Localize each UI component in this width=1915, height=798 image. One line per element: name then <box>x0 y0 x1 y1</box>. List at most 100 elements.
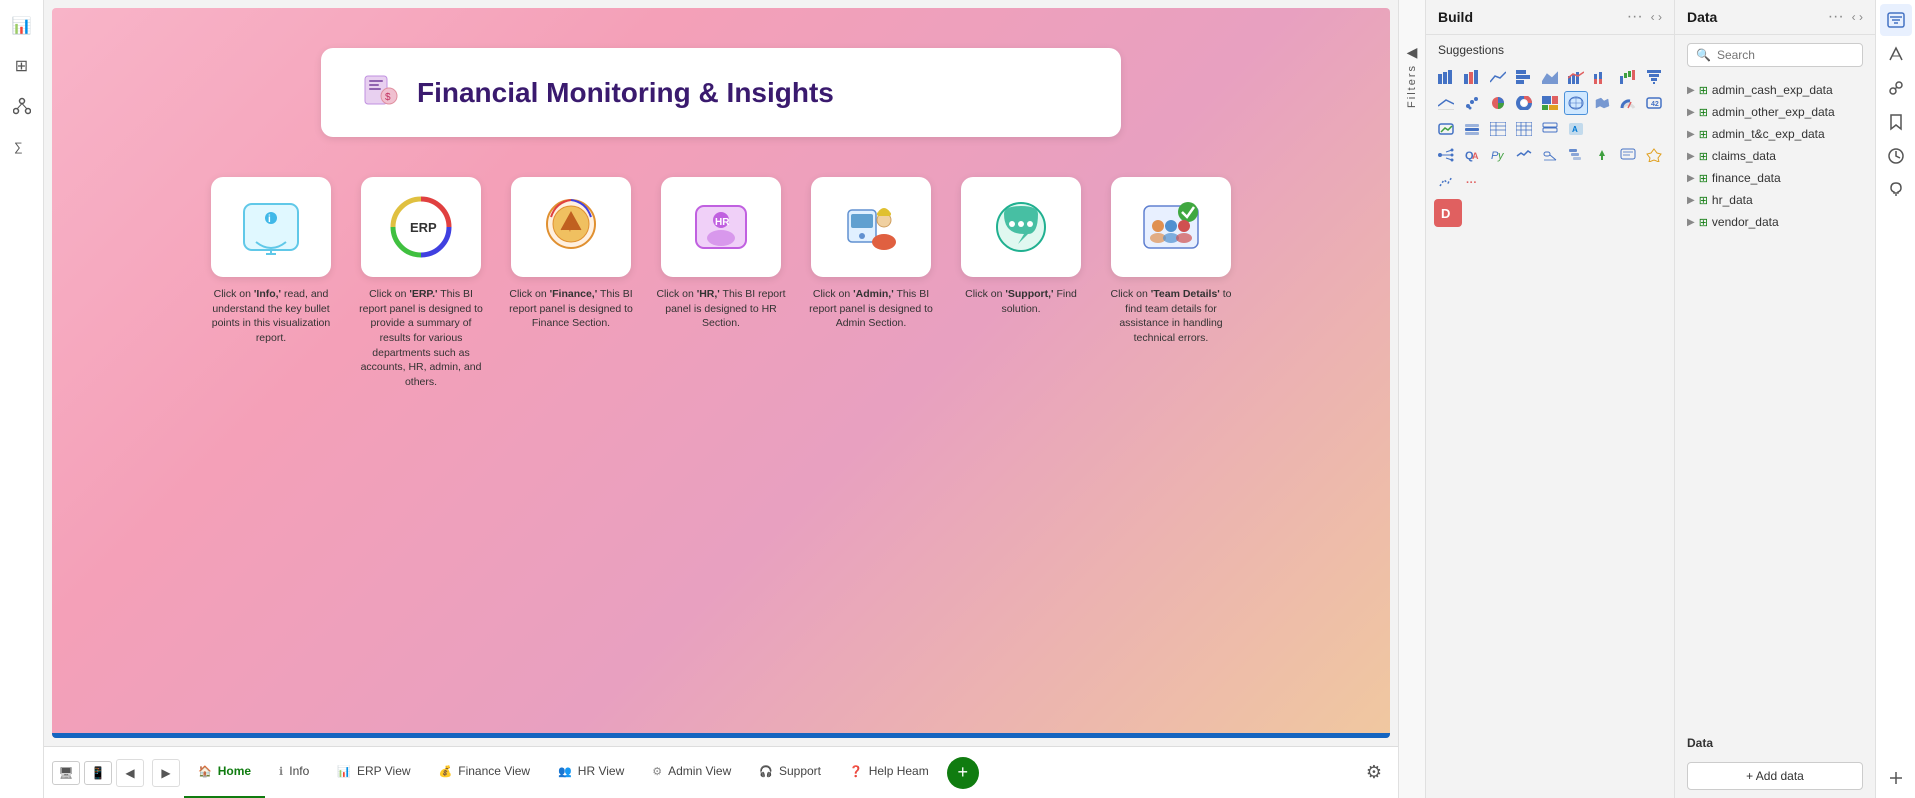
build-panel: Build ··· ‹ › Suggestions <box>1426 0 1675 798</box>
viz-waterfall-chart[interactable] <box>1616 65 1640 89</box>
viz-smart-narrative[interactable]: Py <box>1486 143 1510 167</box>
build-panel-dots[interactable]: ··· <box>1627 8 1643 26</box>
filter-toolbar-icon[interactable] <box>1880 4 1912 36</box>
viz-treemap[interactable] <box>1538 91 1562 115</box>
tab-home-label: Home <box>218 764 251 778</box>
hr-card-text: Click on 'HR,' This BI report panel is d… <box>656 287 786 331</box>
qa-toolbar-icon[interactable] <box>1880 174 1912 206</box>
viz-d-logo[interactable]: D <box>1434 199 1462 227</box>
add-data-btn[interactable]: + Add data <box>1687 762 1863 790</box>
data-panel-header: Data ··· ‹ › <box>1675 0 1875 35</box>
viz-slicer[interactable] <box>1460 117 1484 141</box>
viz-donut-chart[interactable] <box>1512 91 1536 115</box>
tree-item-claims[interactable]: ▶ ⊞ claims_data <box>1675 145 1875 167</box>
tree-arrow-hr: ▶ <box>1687 195 1695 206</box>
data-panel-arrows[interactable]: ‹ › <box>1852 10 1863 24</box>
tab-settings-btn[interactable]: ⚙ <box>1358 757 1390 789</box>
data-tree: ▶ ⊞ admin_cash_exp_data ▶ ⊞ admin_other_… <box>1675 75 1875 728</box>
panel-collapse-btn[interactable]: ◀ <box>1400 40 1424 64</box>
tab-help[interactable]: ❓ Help Heam <box>835 747 943 798</box>
tree-label-admin-other: admin_other_exp_data <box>1712 105 1835 119</box>
tree-item-finance[interactable]: ▶ ⊞ finance_data <box>1675 167 1875 189</box>
performance-toolbar-icon[interactable] <box>1880 140 1912 172</box>
tree-item-hr[interactable]: ▶ ⊞ hr_data <box>1675 189 1875 211</box>
tab-finance-label: Finance View <box>458 764 530 778</box>
viz-ribbon-chart[interactable] <box>1590 65 1614 89</box>
viz-area-chart[interactable] <box>1538 65 1562 89</box>
tree-label-admin-cash: admin_cash_exp_data <box>1712 83 1833 97</box>
viz-matrix[interactable] <box>1512 117 1536 141</box>
viz-hierarchy-slicer[interactable] <box>1564 143 1588 167</box>
viz-line-bar[interactable] <box>1434 91 1458 115</box>
tab-home[interactable]: 🏠 Home <box>184 747 265 798</box>
viz-qa[interactable]: QA <box>1460 143 1484 167</box>
data-panel-dots[interactable]: ··· <box>1828 8 1844 26</box>
tab-next-btn[interactable]: ▶ <box>152 759 180 787</box>
build-panel-arrows[interactable]: ‹ › <box>1651 10 1662 24</box>
format-toolbar-icon[interactable] <box>1880 38 1912 70</box>
viz-stacked-bar[interactable] <box>1434 65 1458 89</box>
admin-card-text: Click on 'Admin,' This BI report panel i… <box>806 287 936 331</box>
info-nav-card[interactable]: i <box>211 177 331 277</box>
tree-label-claims: claims_data <box>1712 149 1776 163</box>
sidebar-dax-icon[interactable]: ∑ <box>4 128 40 164</box>
tab-admin[interactable]: ⚙ Admin View <box>638 747 745 798</box>
tab-info-icon: ℹ <box>279 765 283 778</box>
viz-funnel-chart[interactable] <box>1642 65 1666 89</box>
viz-map[interactable] <box>1564 91 1588 115</box>
viz-narrative[interactable] <box>1616 143 1640 167</box>
sidebar-model-icon[interactable] <box>4 88 40 124</box>
tab-bar: 🖥 📱 ◀ ▶ 🏠 Home ℹ Info 📊 ERP View 💰 Finan… <box>44 746 1398 798</box>
search-input[interactable] <box>1717 48 1872 62</box>
viz-r-script[interactable] <box>1538 143 1562 167</box>
tab-hr[interactable]: 👥 HR View <box>544 747 638 798</box>
viz-table[interactable] <box>1486 117 1510 141</box>
analytics-toolbar-icon[interactable] <box>1880 72 1912 104</box>
viz-bar-chart[interactable] <box>1512 65 1536 89</box>
canvas-area: $ Financial Monitoring & Insights i <box>44 0 1398 798</box>
erp-nav-card[interactable]: ERP <box>361 177 481 277</box>
viz-icon1[interactable] <box>1434 169 1458 193</box>
finance-nav-card[interactable]: $ <box>511 177 631 277</box>
viz-python[interactable] <box>1512 143 1536 167</box>
tab-erp[interactable]: 📊 ERP View <box>323 747 424 798</box>
viz-decomp-tree[interactable] <box>1434 143 1458 167</box>
viz-multirow-card[interactable] <box>1538 117 1562 141</box>
tree-item-admin-tc[interactable]: ▶ ⊞ admin_t&c_exp_data <box>1675 123 1875 145</box>
support-nav-card[interactable] <box>961 177 1081 277</box>
add-page-btn[interactable]: + <box>947 757 979 789</box>
admin-nav-card[interactable] <box>811 177 931 277</box>
sidebar-table-icon[interactable]: ⊞ <box>4 48 40 84</box>
viz-azure-map[interactable]: A <box>1564 117 1588 141</box>
viz-column-chart[interactable] <box>1460 65 1484 89</box>
viz-gauge[interactable] <box>1616 91 1640 115</box>
team-nav-card[interactable] <box>1111 177 1231 277</box>
viz-combo-chart[interactable] <box>1564 65 1588 89</box>
viz-line-chart[interactable] <box>1486 65 1510 89</box>
viz-scatter[interactable] <box>1460 91 1484 115</box>
tree-item-admin-cash[interactable]: ▶ ⊞ admin_cash_exp_data <box>1675 79 1875 101</box>
viz-custom[interactable] <box>1642 143 1666 167</box>
tab-finance[interactable]: 💰 Finance View <box>425 747 545 798</box>
tab-support[interactable]: 🎧 Support <box>745 747 835 798</box>
add-visual-toolbar-icon[interactable] <box>1880 762 1912 794</box>
tree-item-admin-other[interactable]: ▶ ⊞ admin_other_exp_data <box>1675 101 1875 123</box>
tab-prev-btn[interactable]: ◀ <box>116 759 144 787</box>
tab-info[interactable]: ℹ Info <box>265 747 323 798</box>
viz-pie-chart[interactable] <box>1486 91 1510 115</box>
filters-label[interactable]: Filters <box>1406 64 1418 120</box>
search-box[interactable]: 🔍 <box>1687 43 1863 67</box>
tree-item-vendor[interactable]: ▶ ⊞ vendor_data <box>1675 211 1875 233</box>
viz-icon2[interactable]: ··· <box>1460 169 1484 193</box>
desktop-view-btn[interactable]: 🖥 <box>52 761 80 785</box>
svg-text:ERP: ERP <box>410 220 437 235</box>
mobile-view-btn[interactable]: 📱 <box>84 761 112 785</box>
bookmark-toolbar-icon[interactable] <box>1880 106 1912 138</box>
viz-kpi2[interactable] <box>1590 143 1614 167</box>
viz-kpi[interactable] <box>1434 117 1458 141</box>
viz-card[interactable]: 42 <box>1642 91 1666 115</box>
sidebar-report-icon[interactable]: 📊 <box>4 8 40 44</box>
viz-filled-map[interactable] <box>1590 91 1614 115</box>
hr-nav-card[interactable]: HR <box>661 177 781 277</box>
tab-help-icon: ❓ <box>849 765 863 778</box>
